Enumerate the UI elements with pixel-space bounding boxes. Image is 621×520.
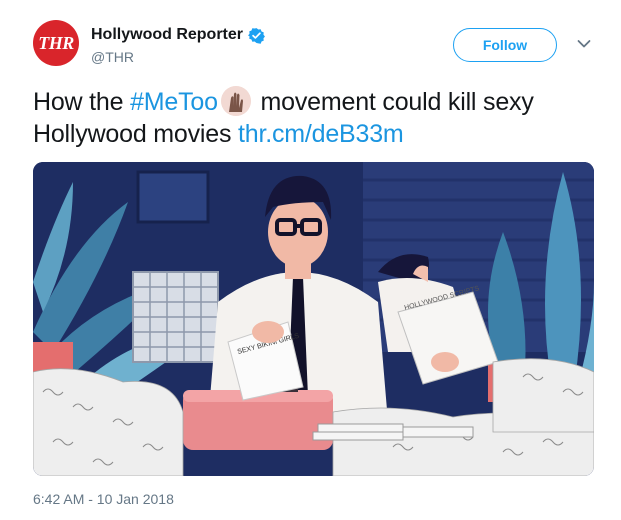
tweet-text: How the #MeToo movement could kill sexy …	[33, 86, 593, 150]
tweet-link[interactable]: thr.cm/deB33m	[238, 120, 404, 148]
follow-button[interactable]: Follow	[453, 28, 557, 62]
verified-badge-icon	[248, 27, 265, 44]
avatar-logo-text: THR	[38, 32, 74, 53]
chevron-down-icon[interactable]	[577, 39, 591, 49]
author-name[interactable]: Hollywood Reporter	[91, 26, 243, 44]
tweet-text-part: How the	[33, 88, 131, 116]
hashtag-link[interactable]: #MeToo	[130, 88, 218, 116]
author-handle[interactable]: @THR	[91, 49, 134, 65]
illustration: SEXY BIKINI GIRLS HOLLYWOOD SCRIPTS	[33, 162, 594, 476]
author-name-row: Hollywood Reporter	[91, 26, 265, 44]
avatar[interactable]: THR	[33, 20, 79, 66]
tweet-media-image[interactable]: SEXY BIKINI GIRLS HOLLYWOOD SCRIPTS	[33, 162, 594, 476]
raised-hands-emoji-icon	[220, 86, 251, 116]
tweet-timestamp[interactable]: 6:42 AM - 10 Jan 2018	[33, 491, 174, 507]
